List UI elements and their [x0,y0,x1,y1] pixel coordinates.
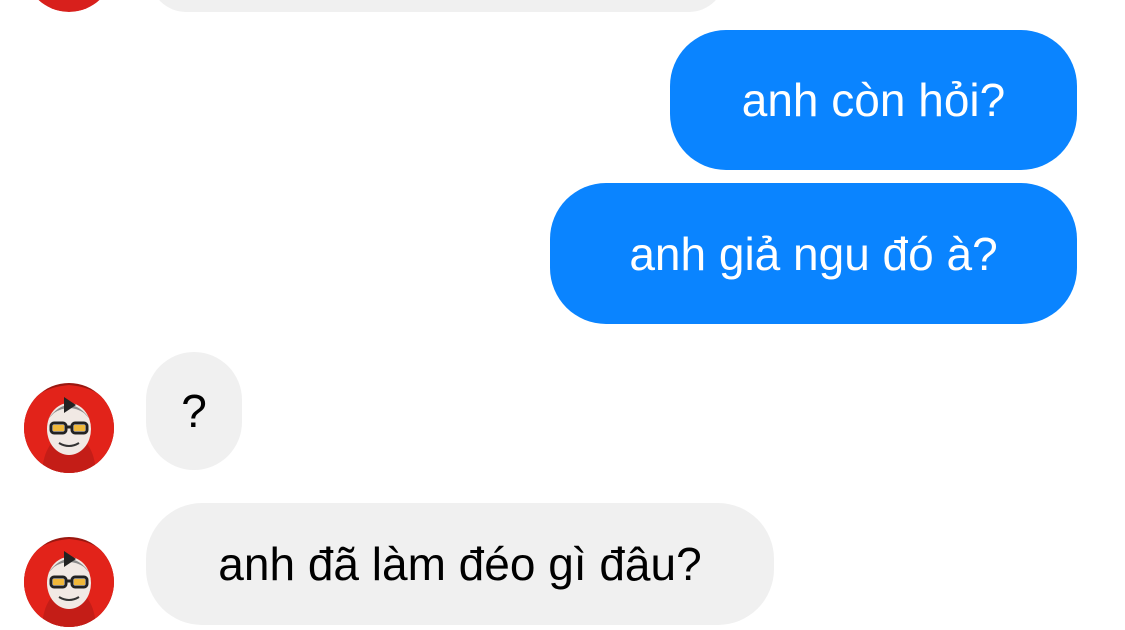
avatar[interactable] [24,383,114,473]
avatar-image [24,537,114,627]
message-text: anh đã làm đéo gì đâu? [218,538,702,590]
avatar[interactable] [24,0,114,12]
avatar-image [24,383,114,473]
message-text: anh còn hỏi? [741,74,1006,126]
message-bubble-outgoing[interactable]: anh còn hỏi? [670,30,1077,170]
message-text: ? [181,385,207,437]
message-text: anh giả ngu đó à? [629,227,998,280]
avatar[interactable] [24,537,114,627]
chat-thread: anh còn hỏi? anh giả ngu đó à? ? anh đã … [0,0,1125,630]
message-bubble-outgoing[interactable]: anh giả ngu đó à? [550,183,1077,324]
message-bubble-incoming[interactable]: ? [146,352,242,470]
message-bubble-incoming[interactable]: anh đã làm đéo gì đâu? [146,503,774,625]
message-bubble-cropped[interactable] [150,0,725,12]
